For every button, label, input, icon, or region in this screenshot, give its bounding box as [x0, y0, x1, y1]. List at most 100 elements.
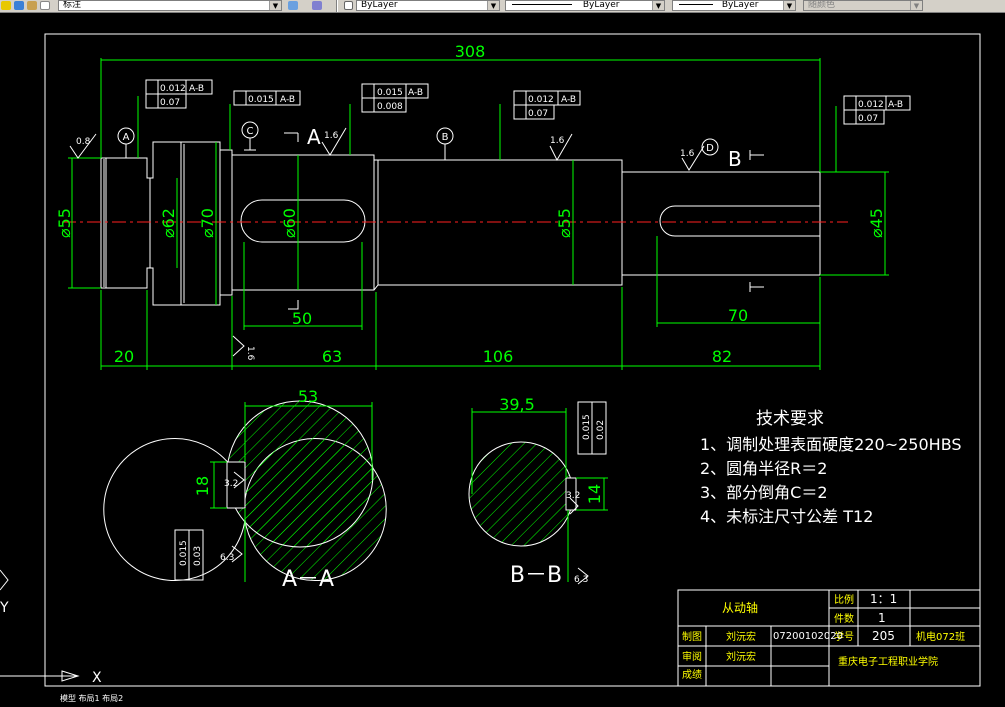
student-no: 07200102020 — [773, 631, 843, 642]
check-label: 审阅 — [682, 650, 702, 663]
toolbar-separator — [336, 0, 338, 12]
roughness-1-6-c: 1.6 — [680, 149, 695, 159]
layer-lock-icon[interactable] — [27, 1, 37, 10]
drawing-canvas[interactable]: 308 20 63 106 82 50 70 ⌀55 ⌀62 ⌀70 ⌀60 ⌀… — [0, 13, 1005, 703]
plotstyle-select-value: 随颜色 — [808, 0, 836, 10]
ucs-y-label: Y — [0, 600, 9, 616]
dim-total-length: 308 — [455, 42, 486, 61]
roughness-3-2-a: 3.2 — [224, 479, 238, 489]
dim-len-70: 70 — [728, 306, 748, 325]
drawing-svg[interactable]: 308 20 63 106 82 50 70 ⌀55 ⌀62 ⌀70 ⌀60 ⌀… — [0, 13, 1005, 703]
plotstyle-select[interactable]: 随颜色 ▼ — [803, 0, 923, 11]
lineweight-sample-line — [679, 4, 713, 5]
school-name: 重庆电子工程职业学院 — [838, 655, 938, 668]
scale-value: 1：1 — [870, 592, 897, 606]
datum-c: C — [247, 126, 254, 137]
dim-len-106: 106 — [483, 347, 514, 366]
sec-a-tol-1: 0.015 — [179, 540, 189, 566]
sec-b-width: 39,5 — [499, 395, 535, 414]
layer-previous-icon[interactable] — [312, 1, 322, 10]
dim-len-82: 82 — [712, 347, 732, 366]
dim-len-20: 20 — [114, 347, 134, 366]
linetype-sample-line — [512, 4, 572, 5]
ucs-x-label: X — [92, 670, 102, 686]
section-title-a-a: A－A — [282, 567, 334, 592]
draw-label: 制图 — [682, 630, 702, 643]
color-swatch-icon — [344, 1, 353, 10]
roughness-6-3-b: 6.3 — [574, 575, 588, 585]
layer-bulb-icon[interactable] — [1, 1, 11, 10]
tol-2-ref: A-B — [280, 95, 295, 105]
dim-len-50: 50 — [292, 309, 312, 328]
qty-value: 1 — [878, 611, 886, 625]
sec-a-width: 53 — [298, 387, 318, 406]
dim-len-63: 63 — [322, 347, 342, 366]
layout-tabs[interactable]: 模型 布局1 布局2 — [0, 694, 1005, 703]
layer-select[interactable]: 标注 ▼ — [58, 0, 282, 11]
roughness-3-2-b: 3.2 — [566, 491, 580, 501]
requirement-3: 3、部分倒角C＝2 — [700, 483, 828, 502]
roughness-1-6-b: 1.6 — [550, 136, 565, 146]
roughness-1-6-d: 1.6 — [245, 346, 255, 361]
dim-dia-45: ⌀45 — [867, 208, 886, 238]
datum-b: B — [442, 132, 449, 143]
section-title-b-b: B－B — [510, 563, 562, 588]
make-layer-current-icon[interactable] — [288, 1, 298, 10]
color-select-value: ByLayer — [361, 0, 398, 10]
tol-5-ref: A-B — [888, 100, 903, 110]
lineweight-select[interactable]: ByLayer ▼ — [672, 0, 796, 11]
lineweight-select-value: ByLayer — [721, 0, 759, 10]
linetype-select-value: ByLayer — [582, 0, 620, 10]
drafter-name: 刘沅宏 — [726, 630, 756, 643]
sec-b-key: 14 — [585, 484, 604, 504]
tol-3-ref: A-B — [408, 88, 423, 98]
qty-label: 件数 — [834, 612, 854, 625]
dim-dia-62: ⌀62 — [159, 208, 178, 238]
layer-select-value: 标注 — [63, 0, 82, 10]
tol-1-ref: A-B — [189, 84, 204, 94]
chevron-down-icon[interactable]: ▼ — [487, 1, 499, 10]
scale-label: 比例 — [834, 593, 854, 606]
sec-a-key: 18 — [193, 476, 212, 496]
section-arrow-b: B — [728, 147, 742, 171]
roughness-6-3-a: 6.3 — [220, 553, 234, 563]
chevron-down-icon[interactable]: ▼ — [652, 1, 664, 10]
dimension-lines — [68, 58, 889, 370]
requirements-title: 技术要求 — [756, 409, 824, 429]
tol-1-value2: 0.07 — [160, 98, 180, 108]
tol-5-value2: 0.07 — [858, 114, 878, 124]
ucs-icon — [0, 569, 80, 682]
sec-b-tol-1: 0.015 — [582, 414, 592, 440]
layer-sun-icon[interactable] — [14, 1, 24, 10]
chevron-down-icon[interactable]: ▼ — [910, 1, 922, 10]
sec-b-tol-2: 0.02 — [596, 420, 606, 440]
requirement-1: 1、调制处理表面硬度220~250HBS — [700, 435, 962, 454]
requirement-2: 2、圆角半径R＝2 — [700, 459, 827, 478]
tol-2-value: 0.015 — [248, 95, 274, 105]
checker-name: 刘沅宏 — [726, 650, 756, 663]
datum-a: A — [123, 132, 130, 143]
part-name: 从动轴 — [722, 600, 758, 615]
tol-4-value: 0.012 — [528, 95, 554, 105]
color-select[interactable]: ByLayer ▼ — [356, 0, 500, 11]
tol-3-value2: 0.008 — [377, 102, 403, 112]
datum-d: D — [706, 143, 714, 154]
dim-dia-55-mid: ⌀55 — [555, 208, 574, 238]
dim-dia-55-left: ⌀55 — [55, 208, 74, 238]
class-name: 机电072班 — [916, 630, 965, 643]
dim-dia-60: ⌀60 — [280, 208, 299, 238]
no-value: 205 — [872, 629, 895, 643]
chevron-down-icon[interactable]: ▼ — [269, 1, 281, 10]
linetype-select[interactable]: ByLayer ▼ — [505, 0, 665, 11]
chevron-down-icon[interactable]: ▼ — [783, 1, 795, 10]
tol-3-value: 0.015 — [377, 88, 403, 98]
requirement-4: 4、未标注尺寸公差 T12 — [700, 507, 873, 526]
sec-a-tol-2: 0.03 — [193, 546, 203, 566]
dim-dia-70: ⌀70 — [198, 208, 217, 238]
tol-4-ref: A-B — [561, 95, 576, 105]
tol-5-value: 0.012 — [858, 100, 884, 110]
properties-toolbar: 标注 ▼ ByLayer ▼ ByLayer ▼ ByLayer ▼ 随颜色 ▼ — [0, 0, 1005, 13]
layer-color-icon[interactable] — [40, 1, 50, 10]
roughness-0-8: 0.8 — [76, 137, 91, 147]
section-b-b — [468, 441, 577, 547]
